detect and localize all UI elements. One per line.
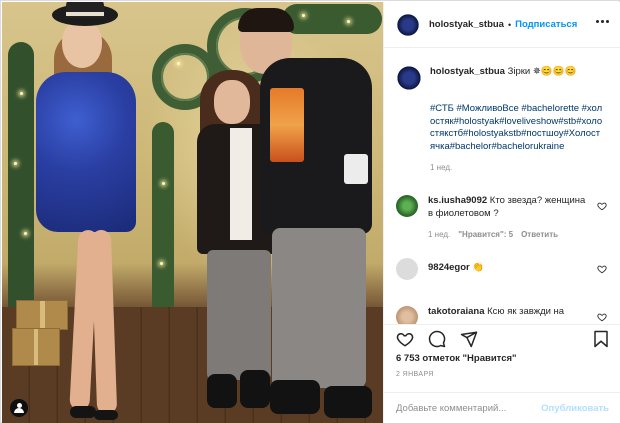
- shoe: [94, 410, 118, 420]
- comment-item: 9824egor 👏: [396, 258, 611, 280]
- post-caption: holostyak_stbua Зірки ✵😊😊😊 #СТБ #Можливо…: [396, 65, 611, 172]
- comment-avatar[interactable]: [396, 195, 418, 217]
- publish-button[interactable]: Опубликовать: [541, 403, 609, 414]
- man-hair: [238, 8, 294, 32]
- comment-input[interactable]: [396, 402, 542, 414]
- comment-likes[interactable]: "Нравится": 5: [458, 230, 513, 239]
- fairy-light: [14, 162, 17, 165]
- boot: [240, 370, 270, 408]
- fairy-light: [160, 262, 163, 265]
- comment-username[interactable]: 9824egor: [428, 262, 470, 273]
- comment-item: ks.iusha9092 Кто звезда? женщина в фиоле…: [396, 195, 611, 239]
- garland-top: [282, 4, 382, 34]
- comment-text: Ксю як завжди на: [487, 306, 565, 317]
- gift-box: [12, 328, 60, 366]
- boot: [207, 374, 237, 408]
- fairy-light: [177, 62, 180, 65]
- tagged-user-icon[interactable]: [10, 399, 28, 417]
- boot: [270, 380, 320, 414]
- boot: [324, 386, 372, 418]
- bookmark-icon[interactable]: [593, 330, 609, 348]
- reply-button[interactable]: Ответить: [521, 230, 558, 239]
- caption-time[interactable]: 1 нед.: [430, 163, 611, 172]
- comment-text-line: takotoraiana Ксю як завжди на: [428, 306, 588, 319]
- post-username[interactable]: holostyak_stbua: [429, 19, 504, 30]
- action-icons: [396, 330, 478, 348]
- comment-item: takotoraiana Ксю як завжди на: [396, 306, 611, 324]
- comment-avatar[interactable]: [396, 258, 418, 280]
- post-photo[interactable]: [2, 2, 383, 423]
- heart-icon[interactable]: [396, 330, 414, 348]
- add-comment-bar: Опубликовать: [384, 392, 620, 423]
- comment-like-icon[interactable]: [597, 312, 607, 322]
- fairy-light: [24, 232, 27, 235]
- caption-avatar[interactable]: [396, 65, 422, 91]
- fairy-light: [302, 14, 305, 17]
- likes-count[interactable]: 6 753 отметок "Нравится": [396, 353, 517, 364]
- woman-face: [62, 20, 102, 68]
- fairy-light: [162, 182, 165, 185]
- garland-left: [8, 42, 34, 342]
- comment-username[interactable]: ks.iusha9092: [428, 195, 487, 206]
- sleeve-patch: [344, 154, 368, 184]
- comment-text-line: 9824egor 👏: [428, 262, 588, 275]
- shoe: [70, 406, 96, 418]
- more-options-icon[interactable]: [596, 20, 609, 23]
- woman-face: [214, 80, 250, 124]
- follow-button[interactable]: Подписаться: [515, 19, 577, 30]
- separator-dot: •: [507, 19, 512, 30]
- comment-text: 👏: [472, 262, 485, 273]
- post-actions: 6 753 отметок "Нравится" 2 ЯНВАРЯ: [384, 324, 620, 392]
- caption-text: Зірки ✵😊😊😊: [507, 66, 577, 77]
- profile-avatar[interactable]: [396, 12, 420, 37]
- post-header: holostyak_stbua • Подписаться: [384, 2, 620, 48]
- gift-box: [16, 300, 68, 330]
- comment-meta: 1 нед. "Нравится": 5 Ответить: [428, 230, 611, 239]
- post-date[interactable]: 2 ЯНВАРЯ: [396, 371, 434, 378]
- caption-hashtags[interactable]: #СТБ #МожливоВсе #bachelorette #холостяк…: [430, 103, 605, 153]
- caption-username[interactable]: holostyak_stbua: [430, 66, 505, 77]
- comment-username[interactable]: takotoraiana: [428, 306, 485, 317]
- sweater-print: [270, 88, 304, 162]
- comment-icon[interactable]: [428, 330, 446, 348]
- white-shirt: [230, 128, 252, 240]
- caption-text-line: holostyak_stbua Зірки ✵😊😊😊: [430, 65, 610, 78]
- fairy-light: [347, 20, 350, 23]
- sequin-dress: [36, 72, 136, 232]
- comments-list[interactable]: holostyak_stbua Зірки ✵😊😊😊 #СТБ #Можливо…: [384, 49, 620, 324]
- comment-time[interactable]: 1 нед.: [428, 230, 450, 239]
- comment-like-icon[interactable]: [597, 264, 607, 274]
- comment-like-icon[interactable]: [597, 201, 607, 211]
- grey-trousers: [272, 228, 366, 388]
- comment-avatar[interactable]: [396, 306, 418, 324]
- post-side-panel: holostyak_stbua • Подписаться holostyak_…: [383, 2, 620, 423]
- fairy-light: [20, 92, 23, 95]
- grey-trousers: [207, 250, 271, 380]
- share-icon[interactable]: [460, 330, 478, 348]
- comment-text-line: ks.iusha9092 Кто звезда? женщина в фиоле…: [428, 195, 588, 220]
- instagram-post-window: holostyak_stbua • Подписаться holostyak_…: [0, 0, 620, 423]
- hat-band: [66, 12, 104, 16]
